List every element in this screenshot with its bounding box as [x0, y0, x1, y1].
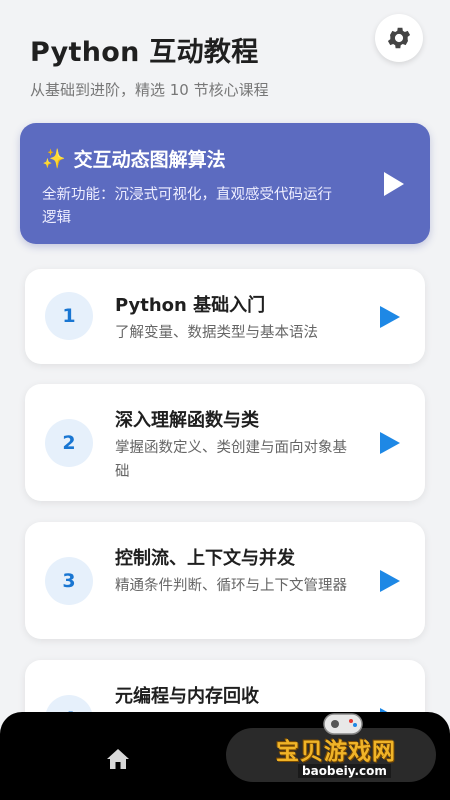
lesson-description: 精通条件判断、循环与上下文管理器 — [115, 578, 347, 594]
play-icon — [380, 570, 400, 592]
lesson-description: 了解变量、数据类型与基本语法 — [115, 325, 318, 341]
lesson-number-badge: 2 — [45, 419, 93, 467]
lesson-description: 掌握函数定义、类创建与面向对象基础 — [115, 440, 347, 480]
sparkle-icon: ✨ — [42, 148, 66, 170]
header: Python 互动教程 从基础到进阶，精选 10 节核心课程 — [30, 30, 370, 100]
lesson-title: Python 基础入门 — [115, 295, 266, 316]
feature-card-algorithm-visualization[interactable]: ✨ 交互动态图解算法 全新功能：沉浸式可视化，直观感受代码运行逻辑 — [20, 123, 430, 244]
feature-title-row: ✨ 交互动态图解算法 — [42, 145, 412, 172]
lesson-title: 控制流、上下文与并发 — [115, 548, 295, 569]
settings-button[interactable] — [375, 14, 423, 62]
lesson-number-badge: 1 — [45, 292, 93, 340]
watermark-text: 宝贝游戏网 — [276, 739, 396, 765]
play-icon — [380, 306, 400, 328]
home-icon — [107, 749, 129, 769]
home-button[interactable] — [92, 740, 144, 778]
page-subtitle: 从基础到进阶，精选 10 节核心课程 — [30, 81, 269, 99]
play-icon — [380, 432, 400, 454]
watermark-url: baobeiy.com — [298, 764, 391, 778]
lesson-card-3[interactable]: 3 控制流、上下文与并发 精通条件判断、循环与上下文管理器 — [25, 522, 425, 639]
lesson-number-badge: 3 — [45, 557, 93, 605]
lesson-card-2[interactable]: 2 深入理解函数与类 掌握函数定义、类创建与面向对象基础 — [25, 384, 425, 501]
page-title: Python 互动教程 — [30, 37, 259, 68]
gear-icon — [387, 27, 411, 49]
play-icon — [384, 172, 404, 196]
lesson-title: 元编程与内存回收 — [115, 686, 259, 707]
lesson-card-1[interactable]: 1 Python 基础入门 了解变量、数据类型与基本语法 — [25, 269, 425, 364]
feature-title: 交互动态图解算法 — [73, 149, 226, 171]
feature-description: 全新功能：沉浸式可视化，直观感受代码运行逻辑 — [42, 187, 332, 226]
lesson-title: 深入理解函数与类 — [115, 410, 259, 431]
